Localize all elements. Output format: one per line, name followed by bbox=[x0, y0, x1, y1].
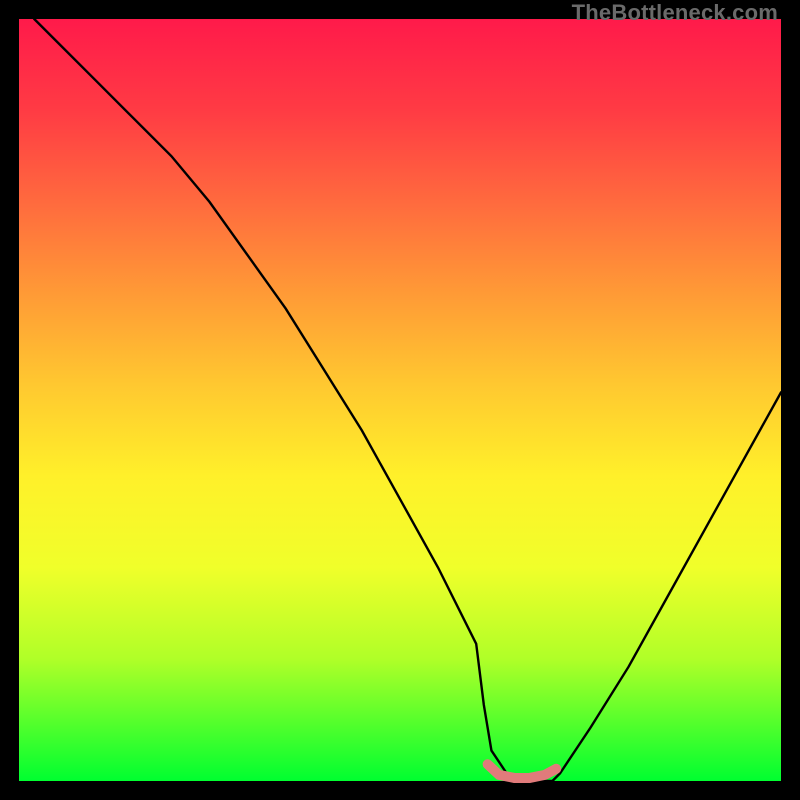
watermark-text: TheBottleneck.com bbox=[572, 0, 778, 26]
main-curve bbox=[34, 19, 781, 781]
highlight-curve bbox=[488, 764, 557, 778]
chart-container: TheBottleneck.com bbox=[0, 0, 800, 800]
chart-overlay bbox=[19, 19, 781, 781]
